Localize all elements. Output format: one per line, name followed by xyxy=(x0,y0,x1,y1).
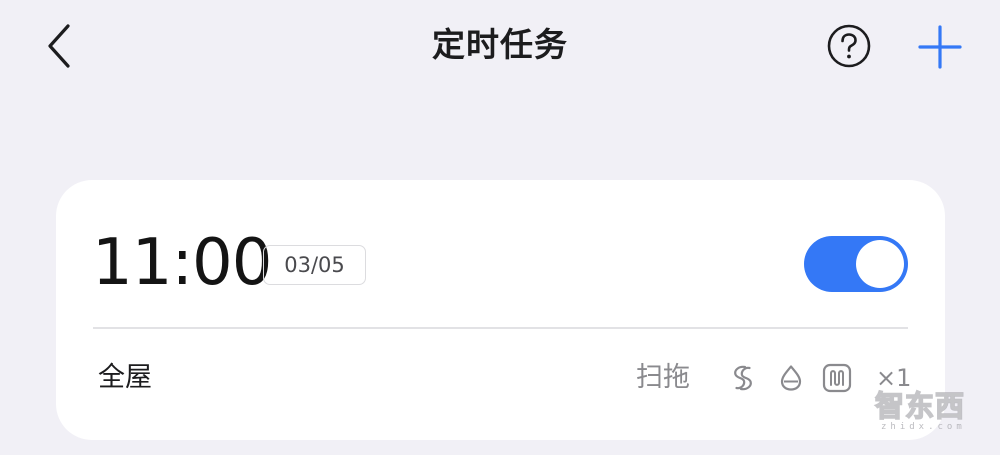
suction-swirl-icon xyxy=(734,365,752,391)
question-circle-icon xyxy=(827,24,871,68)
task-date-badge: 03/05 xyxy=(263,245,366,285)
plus-icon xyxy=(918,25,962,69)
watermark-text: 智东西 xyxy=(874,388,966,424)
task-area: 全屋 xyxy=(98,362,152,393)
top-bar: 定时任务 xyxy=(0,0,1000,95)
watermark-logo: 智东西 zhidx.com xyxy=(874,388,985,438)
add-task-button[interactable] xyxy=(916,23,964,71)
watermark-url: zhidx.com xyxy=(881,422,966,432)
task-mode: 扫拖 xyxy=(636,362,690,393)
task-enable-toggle[interactable] xyxy=(804,236,908,292)
divider xyxy=(93,327,908,329)
help-button[interactable] xyxy=(826,23,872,69)
task-card[interactable]: 11:00 03/05 全屋 扫拖 ×1 xyxy=(56,180,945,440)
task-time: 11:00 xyxy=(92,226,272,300)
cleaning-route-icon xyxy=(822,363,852,393)
toggle-knob xyxy=(856,240,904,288)
water-drop-icon xyxy=(780,365,802,391)
